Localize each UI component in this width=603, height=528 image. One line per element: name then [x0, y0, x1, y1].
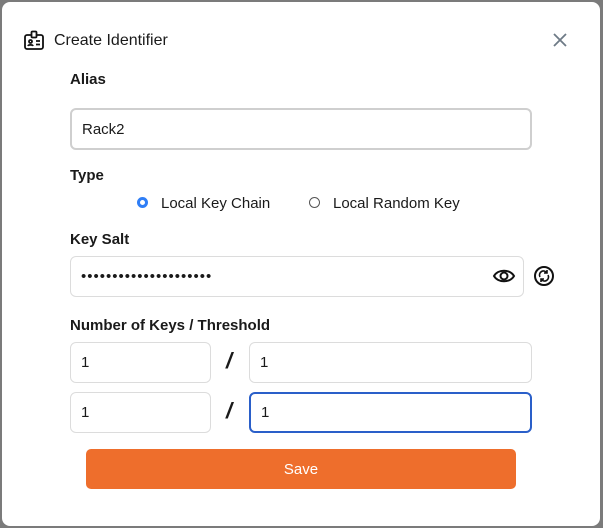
- threshold-input-1[interactable]: 1: [249, 342, 532, 383]
- radio-label-local-key-chain: Local Key Chain: [161, 195, 271, 212]
- key-salt-input[interactable]: •••••••••••••••••••••: [70, 256, 524, 297]
- radio-label-local-random-key: Local Random Key: [333, 195, 460, 212]
- keys-threshold-label: Number of Keys / Threshold: [70, 317, 271, 334]
- eye-icon[interactable]: [492, 266, 516, 286]
- regenerate-icon[interactable]: [533, 265, 555, 287]
- alias-label: Alias: [70, 71, 106, 88]
- separator: /: [226, 398, 233, 423]
- radio-local-random-key[interactable]: [309, 197, 320, 208]
- close-icon[interactable]: [552, 32, 568, 48]
- threshold-input-2[interactable]: 1: [249, 392, 532, 433]
- save-button[interactable]: Save: [86, 449, 516, 489]
- dialog-title: Create Identifier: [54, 32, 168, 49]
- num-keys-input-1[interactable]: 1: [70, 342, 211, 383]
- create-identifier-dialog: Create Identifier Alias Rack2 Type Local…: [2, 2, 600, 526]
- key-salt-label: Key Salt: [70, 231, 130, 248]
- radio-local-key-chain[interactable]: [137, 197, 148, 208]
- separator: /: [226, 348, 233, 373]
- alias-input[interactable]: Rack2: [70, 108, 532, 150]
- num-keys-input-2[interactable]: 1: [70, 392, 211, 433]
- id-badge-icon: [24, 30, 44, 50]
- type-label: Type: [70, 167, 104, 184]
